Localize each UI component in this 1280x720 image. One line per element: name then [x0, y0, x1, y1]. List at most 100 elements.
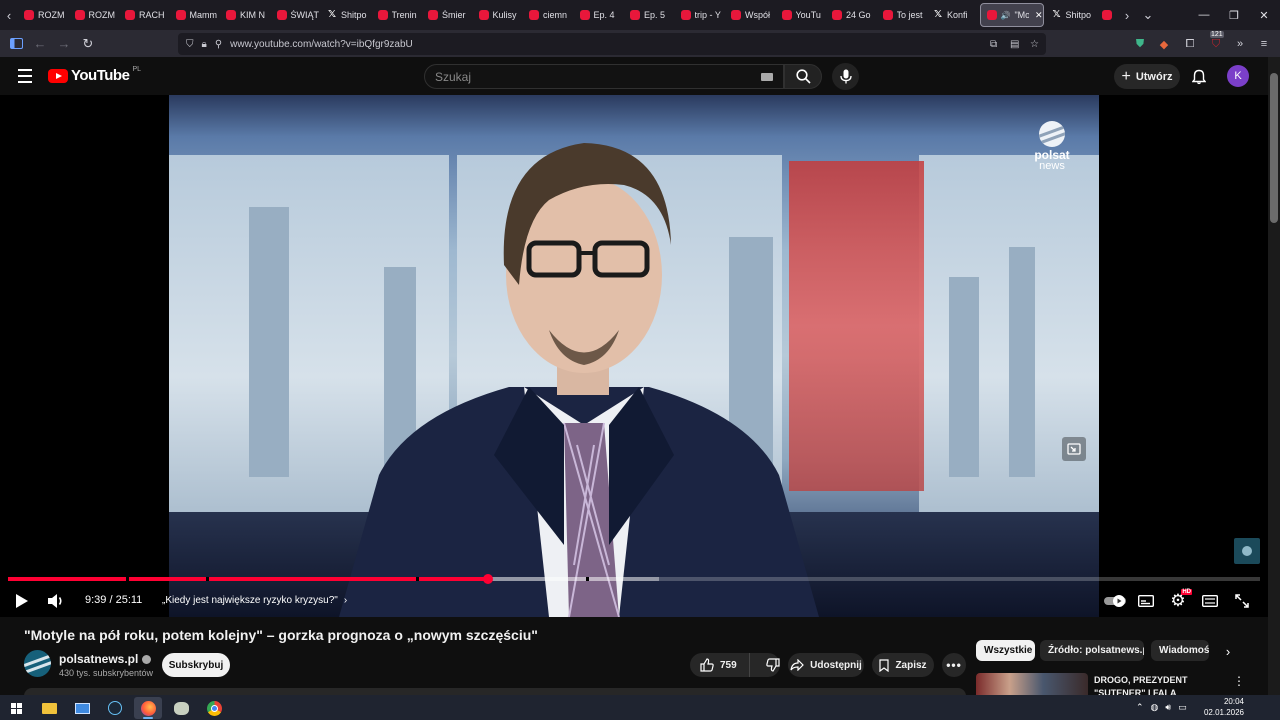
volume-tray-icon[interactable]: 🔊︎ — [1165, 702, 1171, 713]
filter-chip[interactable]: Wiadomości — [1151, 640, 1209, 661]
speaker-icon[interactable]: 🔊 — [1001, 11, 1011, 20]
tab[interactable]: KIM N — [220, 0, 271, 30]
sidebar-toggle-icon[interactable] — [4, 32, 28, 56]
notifications-bell-icon[interactable] — [1188, 66, 1210, 88]
tab[interactable]: To jest — [877, 0, 928, 30]
create-button[interactable]: + Utwórz — [1114, 64, 1180, 89]
video-frame[interactable]: polsat news — [169, 95, 1099, 617]
url-bar[interactable]: ⛉ 🔒︎ ⚲ www.youtube.com/watch?v=ibQfgr9za… — [178, 33, 1046, 55]
tab[interactable]: Kulisy — [473, 0, 524, 30]
save-button[interactable]: Zapisz — [872, 653, 934, 677]
reload-icon[interactable]: ↻ — [76, 32, 100, 56]
tab-scroll-left-button[interactable]: ‹ — [0, 0, 18, 30]
info-card-icon[interactable] — [1062, 437, 1086, 461]
volume-button[interactable] — [44, 589, 68, 613]
lock-icon[interactable]: 🔒︎ — [202, 39, 207, 50]
display-tray-icon[interactable]: ▭ — [1178, 702, 1187, 713]
back-icon[interactable]: ← — [28, 32, 52, 56]
search-input[interactable]: Szukaj — [424, 64, 784, 89]
clock[interactable]: 20:04 02.01.2026 — [1200, 696, 1244, 718]
tab[interactable]: ROZM — [18, 0, 69, 30]
tab[interactable]: Ep. 4 — [574, 0, 625, 30]
tab[interactable]: RACH — [119, 0, 170, 30]
settings-button[interactable]: ⚙ HD — [1166, 589, 1192, 613]
tab[interactable]: 𝕏 Shitpo — [1046, 0, 1097, 30]
guide-menu-icon[interactable] — [12, 63, 38, 89]
channel-avatar[interactable] — [24, 650, 51, 677]
tab[interactable] — [1096, 0, 1118, 30]
bookmark-star-icon[interactable]: ☆ — [1030, 39, 1039, 50]
recommendation-thumbnail[interactable] — [976, 673, 1088, 695]
youtube-logo[interactable]: YouTube PL — [48, 66, 141, 84]
picture-in-picture-icon[interactable]: ⧉ — [990, 39, 997, 50]
theater-mode-button[interactable] — [1198, 589, 1222, 613]
avatar[interactable]: K — [1227, 65, 1249, 87]
tab[interactable]: 𝕏 Konfi — [927, 0, 978, 30]
tab-scroll-right-button[interactable]: › — [1118, 0, 1136, 30]
scrollbar-thumb[interactable] — [1270, 73, 1278, 223]
chapter-title-button[interactable]: „Kiedy jest największe ryzyko kryzysu?" … — [162, 595, 347, 606]
voice-search-button[interactable] — [832, 63, 859, 90]
share-button[interactable]: Udostępnij — [788, 653, 864, 677]
extension-shield-icon[interactable]: ⛊ — [1130, 34, 1150, 54]
channel-branding-icon[interactable] — [1234, 538, 1260, 564]
tab[interactable]: Ep. 5 — [624, 0, 675, 30]
tray-overflow-chevron-icon[interactable]: ⌃ — [1136, 702, 1144, 713]
tab[interactable]: Trenin — [372, 0, 423, 30]
tab[interactable]: ROZM — [69, 0, 120, 30]
forward-icon[interactable]: → — [52, 32, 76, 56]
subtitles-button[interactable] — [1134, 589, 1158, 613]
tab[interactable]: ŚWIĄT — [271, 0, 322, 30]
overflow-chevron-icon[interactable]: » — [1230, 34, 1250, 54]
tab-label: Shitpo — [1065, 10, 1092, 20]
tab[interactable]: ciemn — [523, 0, 574, 30]
restore-icon[interactable]: ❐ — [1218, 0, 1250, 30]
tab[interactable]: Śmier — [422, 0, 473, 30]
tab[interactable]: 24 Go — [826, 0, 877, 30]
url-text[interactable]: www.youtube.com/watch?v=ibQfgr9zabU — [230, 39, 413, 50]
extensions-puzzle-icon[interactable]: ⧠ — [1180, 34, 1200, 54]
channel-name-link[interactable]: polsatnews.pl — [59, 652, 152, 666]
tab[interactable]: 𝕏 Shitpo — [321, 0, 372, 30]
steam-icon[interactable] — [101, 697, 129, 719]
chips-next-chevron-icon[interactable]: › — [1218, 641, 1238, 661]
fullscreen-button[interactable] — [1230, 589, 1254, 613]
permissions-icon[interactable]: ⚲ — [215, 39, 222, 50]
page-scrollbar[interactable] — [1268, 57, 1280, 695]
filter-chip[interactable]: Wszystkie — [976, 640, 1035, 661]
reader-view-icon[interactable]: ▤ — [1010, 39, 1019, 50]
dislike-button[interactable] — [756, 653, 780, 677]
scrubber-knob[interactable] — [482, 574, 493, 584]
more-actions-button[interactable]: ••• — [942, 653, 966, 677]
app-menu-icon[interactable]: ≡ — [1254, 34, 1274, 54]
ublock-extension-icon[interactable]: ⛉ 121 — [1206, 31, 1226, 54]
this-pc-icon[interactable] — [68, 697, 96, 719]
video-player[interactable]: polsat news 9:39 / 25:11 „Kiedy jest naj… — [0, 95, 1268, 617]
network-globe-icon[interactable]: ◍ — [1151, 702, 1159, 713]
tab[interactable]: Mamm — [170, 0, 221, 30]
list-all-tabs-button[interactable]: ⌄ — [1136, 0, 1160, 30]
subscribe-button[interactable]: Subskrybuj — [162, 653, 230, 677]
active-tab[interactable]: 🔊 "Mo ✕ — [979, 3, 1044, 27]
file-explorer-icon[interactable] — [35, 697, 63, 719]
app-lizard-icon[interactable] — [167, 697, 195, 719]
tracking-shield-icon[interactable]: ⛉ — [186, 39, 194, 50]
like-button[interactable]: 759 — [690, 653, 750, 677]
filter-chip[interactable]: Źródło: polsatnews.pl — [1040, 640, 1144, 661]
start-menu-icon[interactable] — [2, 697, 30, 719]
progress-bar[interactable] — [8, 574, 1260, 584]
tab-close-icon[interactable]: ✕ — [1035, 10, 1043, 21]
window-close-icon[interactable]: ✕ — [1248, 0, 1280, 30]
keyboard-icon[interactable] — [761, 73, 773, 81]
recommendation-menu-icon[interactable]: ⋮ — [1232, 674, 1246, 688]
search-button[interactable] — [784, 64, 822, 89]
firefox-icon[interactable] — [134, 697, 162, 719]
play-button[interactable] — [10, 589, 34, 613]
tab[interactable]: YouTu — [776, 0, 827, 30]
tab[interactable]: trip - Y — [675, 0, 726, 30]
chrome-icon[interactable] — [200, 697, 228, 719]
minimize-icon[interactable]: — — [1188, 0, 1220, 30]
extension-fox-icon[interactable]: ◆ — [1154, 34, 1174, 54]
tab[interactable]: Współ — [725, 0, 776, 30]
autoplay-toggle[interactable] — [1102, 589, 1128, 613]
